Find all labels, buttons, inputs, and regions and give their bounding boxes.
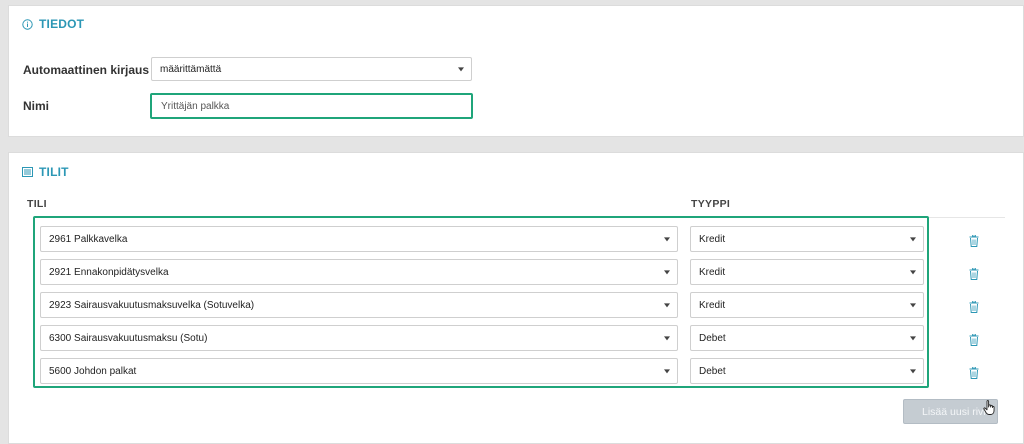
tiedot-title: TIEDOT — [39, 17, 85, 31]
auto-entry-value: määrittämättä — [160, 63, 222, 75]
account-select[interactable]: 2921 Ennakonpidätysvelka — [40, 259, 678, 285]
chevron-down-icon — [664, 270, 670, 275]
account-value: 2921 Ennakonpidätysvelka — [49, 266, 169, 278]
type-select[interactable]: Kredit — [690, 259, 924, 285]
account-select[interactable]: 5600 Johdon palkat — [40, 358, 678, 384]
trash-icon[interactable] — [969, 366, 979, 379]
add-row-label: Lisää uusi rivi — [922, 405, 986, 418]
hand-cursor-icon — [983, 400, 995, 421]
type-value: Kredit — [699, 299, 726, 311]
tilit-title: TILIT — [39, 165, 69, 179]
tiedot-panel: TIEDOT Automaattinen kirjaus määrittämät… — [8, 5, 1024, 137]
auto-entry-select[interactable]: määrittämättä — [151, 57, 472, 81]
chevron-down-icon — [458, 67, 464, 72]
chevron-down-icon — [664, 303, 670, 308]
type-select[interactable]: Debet — [690, 325, 924, 351]
account-select[interactable]: 6300 Sairausvakuutusmaksu (Sotu) — [40, 325, 678, 351]
column-header-account: TILI — [27, 198, 47, 210]
trash-icon[interactable] — [969, 333, 979, 346]
chevron-down-icon — [910, 336, 916, 341]
type-value: Debet — [699, 332, 726, 344]
account-value: 6300 Sairausvakuutusmaksu (Sotu) — [49, 332, 208, 344]
trash-icon[interactable] — [969, 300, 979, 313]
name-label: Nimi — [23, 99, 50, 113]
type-select[interactable]: Debet — [690, 358, 924, 384]
tilit-heading: TILIT — [22, 165, 69, 179]
name-input[interactable] — [150, 93, 473, 119]
account-select[interactable]: 2923 Sairausvakuutusmaksuvelka (Sotuvelk… — [40, 292, 678, 318]
trash-icon[interactable] — [969, 267, 979, 280]
chevron-down-icon — [910, 270, 916, 275]
auto-entry-label: Automaattinen kirjaus — [23, 63, 168, 78]
account-value: 2961 Palkkavelka — [49, 233, 128, 245]
type-value: Debet — [699, 365, 726, 377]
auto-entry-label-text: Automaattinen kirjaus — [23, 63, 150, 77]
chevron-down-icon — [664, 237, 670, 242]
list-icon — [22, 167, 33, 177]
trash-icon[interactable] — [969, 234, 979, 247]
chevron-down-icon — [910, 369, 916, 374]
chevron-down-icon — [664, 369, 670, 374]
account-select[interactable]: 2961 Palkkavelka — [40, 226, 678, 252]
chevron-down-icon — [910, 237, 916, 242]
account-value: 2923 Sairausvakuutusmaksuvelka (Sotuvelk… — [49, 299, 255, 311]
column-header-type: TYYPPI — [691, 198, 731, 210]
type-select[interactable]: Kredit — [690, 226, 924, 252]
info-icon — [22, 18, 33, 30]
type-value: Kredit — [699, 233, 726, 245]
tilit-panel: TILIT TILI TYYPPI 2961 Palkkavelka Kredi… — [8, 152, 1024, 444]
chevron-down-icon — [910, 303, 916, 308]
type-value: Kredit — [699, 266, 726, 278]
type-select[interactable]: Kredit — [690, 292, 924, 318]
chevron-down-icon — [664, 336, 670, 341]
account-value: 5600 Johdon palkat — [49, 365, 137, 377]
tiedot-heading: TIEDOT — [22, 17, 84, 31]
